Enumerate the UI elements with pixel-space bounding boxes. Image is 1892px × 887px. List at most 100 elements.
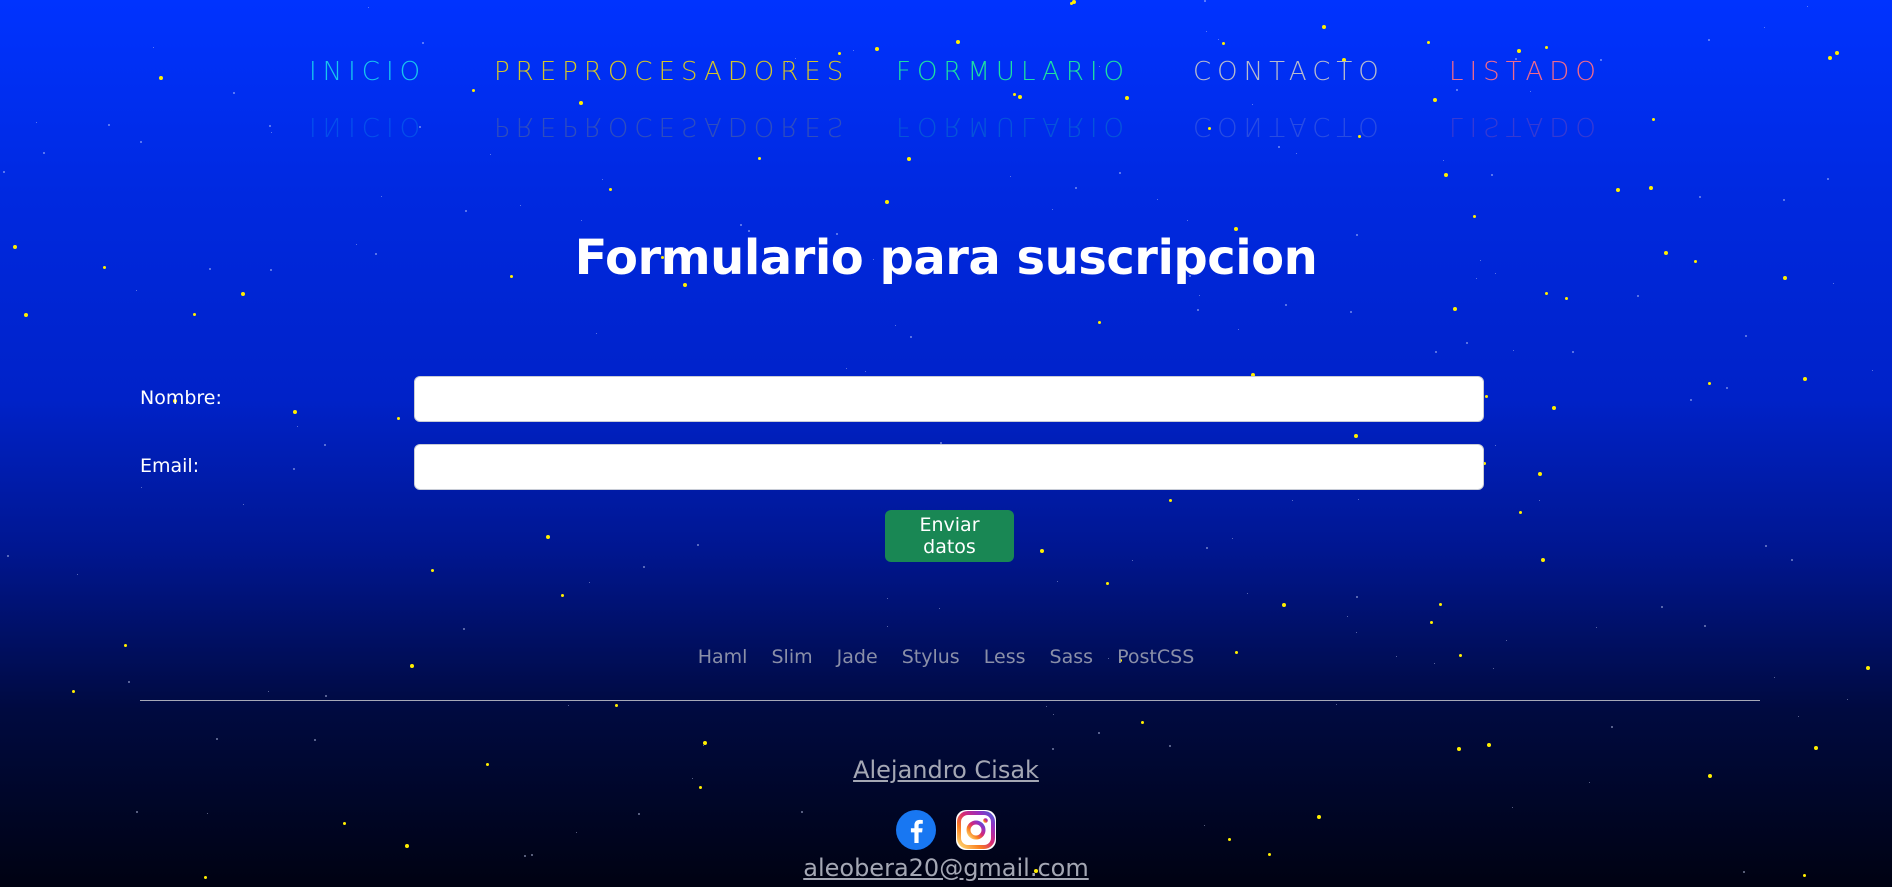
star-dot bbox=[1798, 716, 1799, 717]
nav-item-formulario[interactable]: FORMULARIO FORMULARIO bbox=[896, 52, 1130, 146]
star-dot bbox=[1726, 387, 1728, 389]
star-dot bbox=[520, 205, 521, 206]
nav-item-label: FORMULARIO bbox=[896, 57, 1131, 87]
star-dot bbox=[895, 325, 896, 326]
star-dot bbox=[325, 695, 327, 697]
star-dot bbox=[1199, 295, 1200, 296]
star-dot bbox=[1774, 677, 1775, 678]
star-dot bbox=[1473, 215, 1476, 218]
star-dot bbox=[397, 417, 400, 420]
name-field-label: Nombre: bbox=[140, 387, 222, 409]
star-dot bbox=[1783, 199, 1785, 201]
star-dot bbox=[422, 42, 424, 44]
star-dot bbox=[1119, 172, 1121, 174]
star-dot bbox=[1247, 593, 1248, 594]
star-dot bbox=[1238, 329, 1239, 330]
page-title: Formulario para suscripcion bbox=[574, 230, 1318, 286]
star-dot bbox=[846, 368, 847, 369]
star-dot bbox=[431, 569, 434, 572]
star-dot bbox=[7, 555, 9, 557]
star-dot bbox=[1070, 2, 1073, 5]
star-dot bbox=[1545, 46, 1548, 49]
star-dot bbox=[1649, 186, 1653, 190]
nav-item-label: INICIO bbox=[309, 57, 427, 87]
star-dot bbox=[1538, 472, 1542, 476]
star-dot bbox=[1552, 406, 1556, 410]
star-dot bbox=[1539, 500, 1540, 501]
star-dot bbox=[1765, 545, 1767, 547]
instagram-icon bbox=[956, 810, 996, 850]
star-dot bbox=[1872, 370, 1873, 371]
star-dot bbox=[1053, 714, 1054, 715]
nav-item-reflection: PREPROCESADORES bbox=[494, 111, 850, 141]
tech-link-less[interactable]: Less bbox=[984, 646, 1026, 668]
star-dot bbox=[1803, 377, 1807, 381]
star-dot bbox=[1010, 176, 1011, 177]
star-dot bbox=[1204, 0, 1206, 2]
star-dot bbox=[1285, 304, 1287, 306]
star-dot bbox=[1347, 616, 1348, 617]
nav-item-preprocesadores[interactable]: PREPROCESADORES PREPROCESADORES bbox=[494, 52, 849, 146]
star-dot bbox=[1040, 549, 1044, 553]
star-dot bbox=[887, 598, 888, 599]
star-dot bbox=[1444, 173, 1448, 177]
star-dot bbox=[581, 220, 582, 221]
tech-link-slim[interactable]: Slim bbox=[771, 646, 812, 668]
star-dot bbox=[546, 535, 550, 539]
star-dot bbox=[1572, 351, 1574, 353]
star-dot bbox=[699, 786, 702, 789]
star-dot bbox=[241, 292, 245, 296]
star-dot bbox=[297, 426, 298, 427]
nav-item-listado[interactable]: LISTADO LISTADO bbox=[1449, 52, 1602, 146]
star-dot bbox=[1336, 704, 1337, 705]
author-link[interactable]: Alejandro Cisak bbox=[853, 756, 1039, 784]
star-dot bbox=[1439, 603, 1442, 606]
name-field[interactable] bbox=[414, 376, 1484, 422]
star-dot bbox=[865, 371, 866, 372]
nav-item-reflection: INICIO bbox=[309, 111, 427, 141]
star-dot bbox=[1506, 640, 1507, 641]
email-link[interactable]: aleobera20@gmail.com bbox=[803, 854, 1088, 882]
star-dot bbox=[1169, 499, 1172, 502]
nav-item-contacto[interactable]: CONTACTO CONTACTO bbox=[1193, 52, 1385, 146]
star-dot bbox=[1356, 596, 1358, 598]
star-dot bbox=[1098, 732, 1100, 734]
facebook-link[interactable] bbox=[896, 810, 936, 852]
star-dot bbox=[1745, 335, 1747, 337]
star-dot bbox=[875, 47, 879, 51]
main-nav: INICIO INICIO PREPROCESADORES PREPROCESA… bbox=[0, 52, 1892, 162]
tech-link-jade[interactable]: Jade bbox=[837, 646, 878, 668]
author: Alejandro Cisak bbox=[0, 756, 1892, 784]
star-dot bbox=[615, 704, 618, 707]
tech-link-postcss[interactable]: PostCSS bbox=[1117, 646, 1194, 668]
star-dot bbox=[1052, 748, 1054, 750]
nav-item-label: LISTADO bbox=[1449, 57, 1602, 87]
tech-link-stylus[interactable]: Stylus bbox=[902, 646, 960, 668]
star-dot bbox=[1427, 41, 1430, 44]
nav-item-inicio[interactable]: INICIO INICIO bbox=[309, 52, 426, 146]
email-field[interactable] bbox=[414, 444, 1484, 490]
star-dot bbox=[1565, 297, 1568, 300]
submit-button[interactable]: Enviar datos bbox=[885, 510, 1014, 562]
star-dot bbox=[268, 691, 269, 692]
nav-item-reflection: LISTADO bbox=[1449, 111, 1602, 141]
tech-link-sass[interactable]: Sass bbox=[1050, 646, 1094, 668]
tech-link-haml[interactable]: Haml bbox=[698, 646, 748, 668]
star-dot bbox=[1485, 395, 1488, 398]
nav-item-label: CONTACTO bbox=[1193, 57, 1385, 87]
instagram-link[interactable] bbox=[956, 810, 996, 852]
star-dot bbox=[1699, 196, 1701, 198]
star-dot bbox=[1098, 321, 1101, 324]
star-dot bbox=[141, 487, 142, 488]
star-dot bbox=[697, 544, 699, 546]
star-dot bbox=[1457, 747, 1461, 751]
star-dot bbox=[1350, 311, 1352, 313]
star-dot bbox=[1611, 726, 1613, 728]
star-dot bbox=[1764, 27, 1765, 28]
star-dot bbox=[243, 504, 244, 505]
star-dot bbox=[1791, 559, 1793, 561]
star-dot bbox=[465, 210, 467, 212]
star-dot bbox=[887, 626, 888, 627]
star-dot bbox=[1356, 632, 1357, 633]
star-dot bbox=[1541, 558, 1545, 562]
